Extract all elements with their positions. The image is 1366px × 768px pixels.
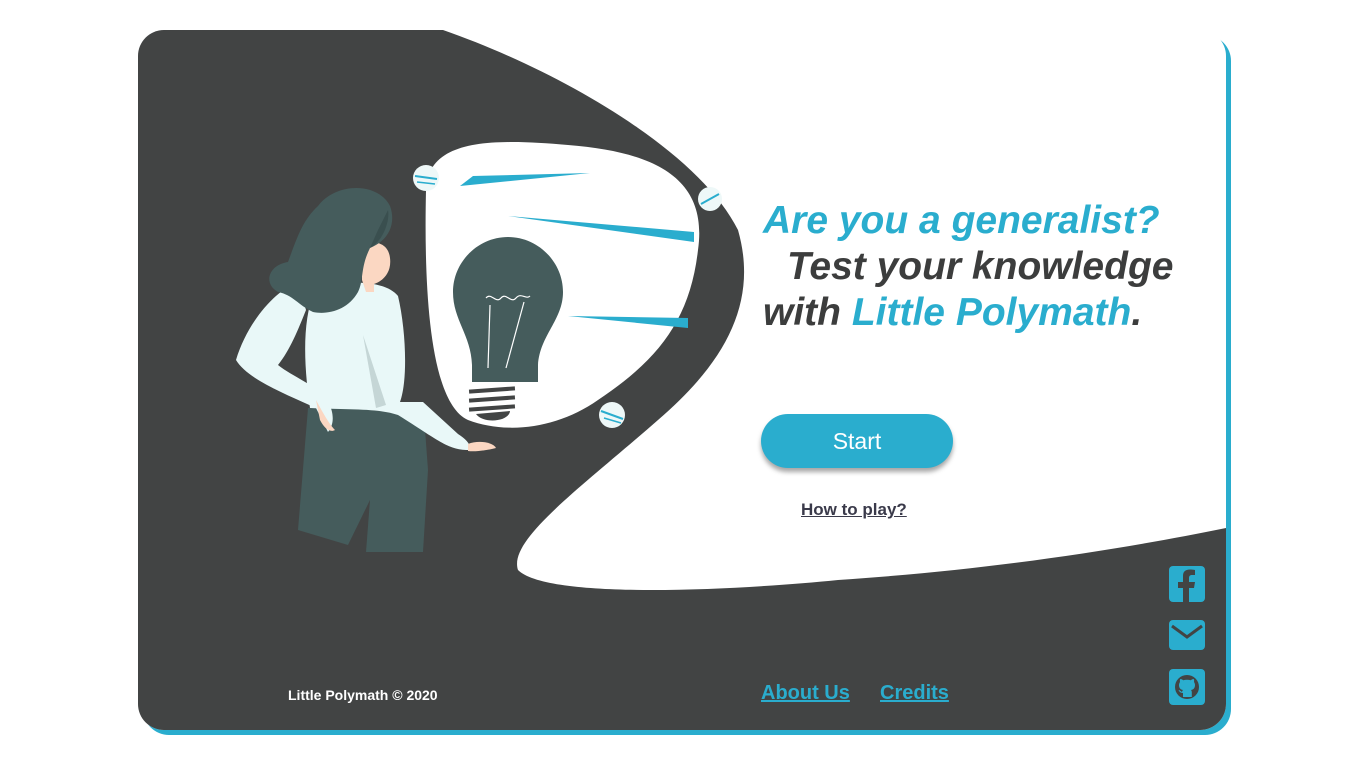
credits-link[interactable]: Credits [880, 682, 949, 705]
hero-headline: Are you a generalist? Test your knowledg… [763, 198, 1173, 336]
facebook-icon[interactable] [1169, 566, 1205, 602]
github-icon[interactable] [1169, 669, 1205, 705]
hero-line-3-suffix: . [1131, 291, 1143, 334]
hero-line-3-prefix: with [763, 291, 852, 334]
landing-page: Are you a generalist? Test your knowledg… [0, 0, 1366, 768]
how-to-play-link[interactable]: How to play? [801, 500, 907, 520]
hero-line-1: Are you a generalist? [763, 199, 1160, 242]
about-us-link[interactable]: About Us [761, 682, 850, 705]
mail-icon[interactable] [1169, 620, 1205, 650]
hero-line-2: Test your knowledge [787, 245, 1174, 288]
main-card [138, 30, 1226, 730]
copyright-text: Little Polymath © 2020 [288, 687, 438, 703]
start-button[interactable]: Start [761, 414, 953, 468]
brand-name: Little Polymath [851, 291, 1132, 334]
orb-top-right [698, 187, 722, 211]
orb-top-left [413, 165, 439, 191]
orb-bottom [599, 402, 625, 428]
background-shape [138, 30, 1226, 730]
